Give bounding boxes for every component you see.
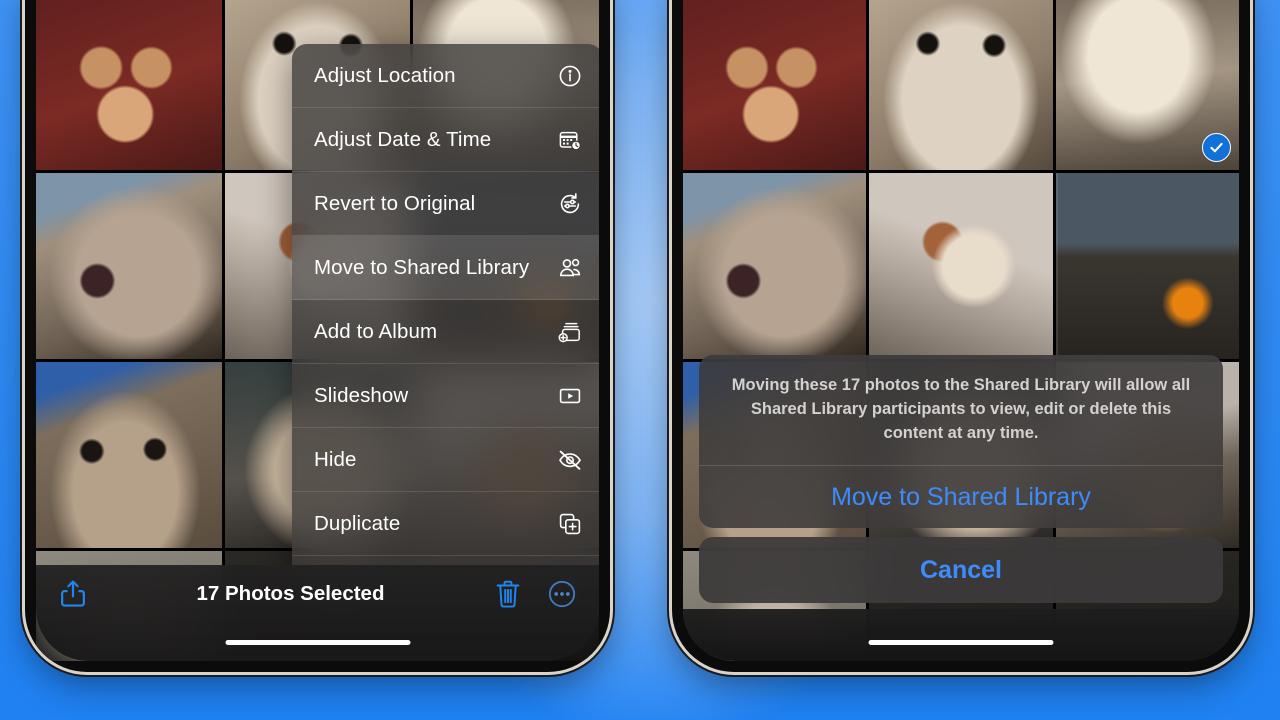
phone-left-screen: Adjust Location Adjust Date & Time Revert …: [36, 0, 599, 661]
photo-cell[interactable]: [36, 0, 222, 170]
play-rect-icon: [557, 383, 583, 409]
menu-item-slideshow[interactable]: Slideshow: [292, 364, 599, 428]
revert-icon: [557, 191, 583, 217]
photo-cell[interactable]: [1055, 173, 1239, 359]
duplicate-icon: [557, 511, 583, 537]
share-icon[interactable]: [56, 577, 90, 611]
photo-cell[interactable]: [36, 173, 222, 359]
move-to-shared-library-button[interactable]: Move to Shared Library: [699, 466, 1223, 528]
photo-cell[interactable]: [36, 362, 222, 548]
menu-item-label: Adjust Location: [314, 63, 456, 87]
action-sheet-panel: Moving these 17 photos to the Shared Lib…: [699, 355, 1223, 528]
phone-right: Moving these 17 photos to the Shared Lib…: [672, 0, 1250, 672]
menu-item-label: Move to Shared Library: [314, 255, 530, 279]
photo-thumbnail-cat-staring: [36, 362, 222, 548]
menu-item-label: Adjust Date & Time: [314, 127, 492, 151]
photo-cell[interactable]: [869, 0, 1053, 170]
photo-thumbnail-dog-paw-on-red: [36, 0, 222, 170]
people-icon: [557, 255, 583, 281]
cancel-button[interactable]: Cancel: [699, 537, 1223, 603]
menu-item-label: Slideshow: [314, 383, 409, 407]
photo-cell[interactable]: [683, 173, 867, 359]
context-menu[interactable]: Adjust Location Adjust Date & Time Revert …: [292, 44, 599, 620]
menu-item-adjust-date-time[interactable]: Adjust Date & Time: [292, 108, 599, 172]
location-info-icon: [557, 63, 583, 89]
trash-icon[interactable]: [491, 577, 525, 611]
photo-thumbnail-dog-face: [869, 0, 1053, 170]
photo-cell[interactable]: [869, 173, 1053, 359]
menu-item-label: Add to Album: [314, 319, 438, 343]
menu-item-revert-to-original[interactable]: Revert to Original: [292, 172, 599, 236]
menu-item-hide[interactable]: Hide: [292, 428, 599, 492]
photo-thumbnail-puppy-in-arms: [869, 173, 1053, 359]
photo-thumbnail-cat-sleeping: [36, 173, 222, 359]
album-plus-icon: [557, 319, 583, 345]
menu-item-duplicate[interactable]: Duplicate: [292, 492, 599, 556]
menu-item-add-to-album[interactable]: Add to Album: [292, 300, 599, 364]
photo-cell[interactable]: [683, 0, 867, 170]
phone-right-screen: Moving these 17 photos to the Shared Lib…: [683, 0, 1239, 661]
home-indicator-right: [868, 639, 1054, 645]
menu-item-label: Duplicate: [314, 511, 401, 535]
photo-thumbnail-balcony-exterior: [1055, 173, 1239, 359]
screenshot-stage: Adjust Location Adjust Date & Time Revert …: [0, 0, 1280, 720]
selection-count-label: 17 Photos Selected: [196, 582, 385, 605]
menu-item-label: Hide: [314, 447, 357, 471]
photo-thumbnail-cat-sleeping: [683, 173, 867, 359]
photo-cell[interactable]: [1055, 0, 1239, 170]
selection-toolbar[interactable]: 17 Photos Selected: [36, 565, 599, 661]
home-indicator-left: [225, 639, 410, 645]
menu-item-label: Revert to Original: [314, 191, 476, 215]
action-sheet[interactable]: Moving these 17 photos to the Shared Lib…: [699, 355, 1223, 603]
menu-item-move-to-shared-library[interactable]: Move to Shared Library: [292, 236, 599, 300]
calendar-clock-icon: [557, 127, 583, 153]
ellipsis-circle-icon[interactable]: [545, 577, 579, 611]
menu-item-adjust-location[interactable]: Adjust Location: [292, 44, 599, 108]
phone-left: Adjust Location Adjust Date & Time Revert …: [25, 0, 610, 672]
checkmark-icon[interactable]: [1201, 133, 1231, 162]
bottom-bar-right: [683, 609, 1239, 661]
action-sheet-message: Moving these 17 photos to the Shared Lib…: [699, 355, 1223, 466]
photo-thumbnail-dog-paw-on-red: [683, 0, 867, 170]
eye-slash-icon: [557, 447, 583, 473]
